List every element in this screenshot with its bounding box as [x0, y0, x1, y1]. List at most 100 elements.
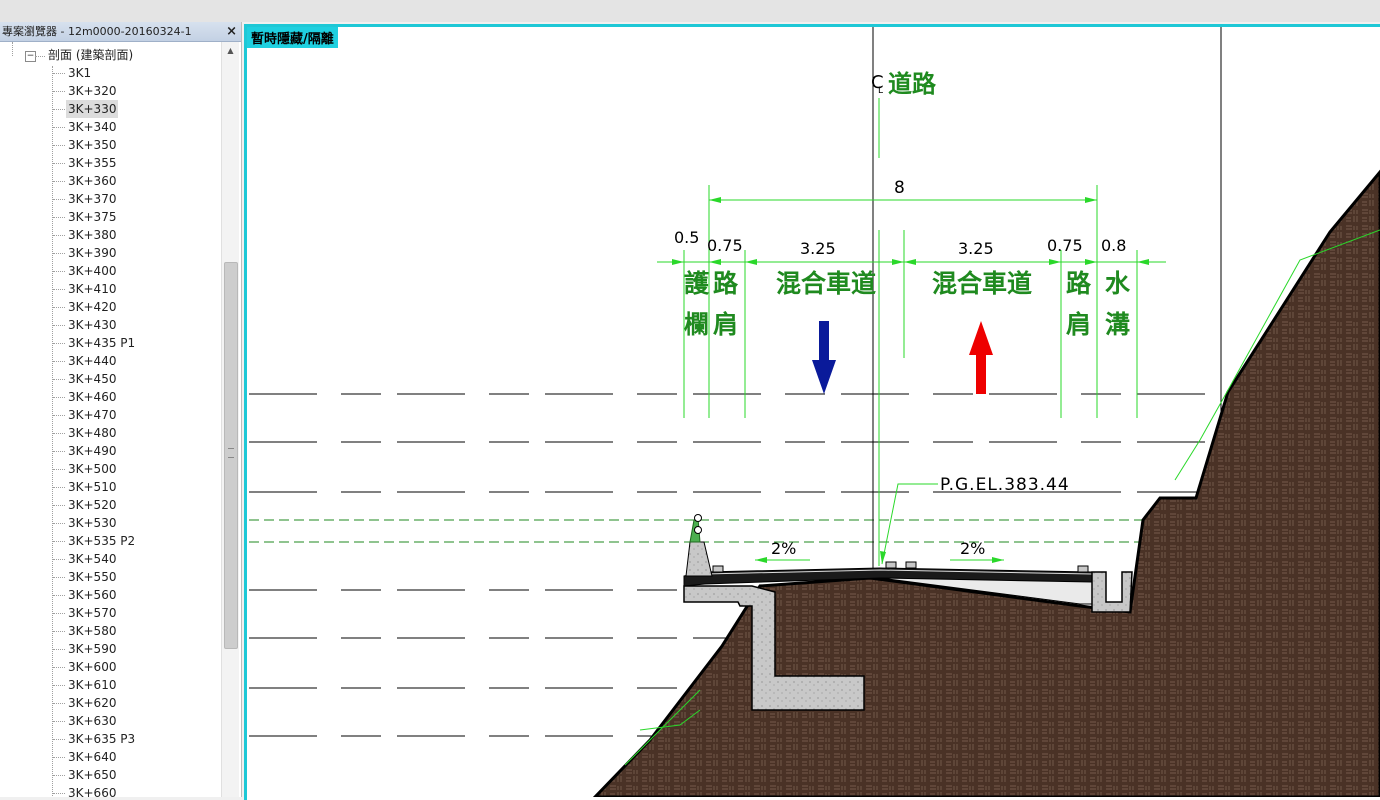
dim-lane-left: 3.25 [800, 239, 836, 258]
ditch-label-2: 溝 [1105, 310, 1130, 339]
section-tree-item[interactable]: 3K+600 [66, 658, 118, 676]
section-tree-item[interactable]: 3K+470 [66, 406, 118, 424]
tree-connector [53, 505, 65, 506]
section-tree-item[interactable]: 3K+370 [66, 190, 118, 208]
section-tree-item[interactable]: 3K+610 [66, 676, 118, 694]
drainage-ditch [1091, 571, 1133, 613]
section-tree-item[interactable]: 3K+400 [66, 262, 118, 280]
dim-lane-right: 3.25 [958, 239, 994, 258]
tree-connector [53, 217, 65, 218]
section-tree-item[interactable]: 3K+535 P2 [66, 532, 137, 550]
section-tree-item[interactable]: 3K+570 [66, 604, 118, 622]
section-tree-item[interactable]: 3K+330 [66, 100, 119, 118]
tree-connector [53, 685, 65, 686]
tree-connector [53, 739, 65, 740]
tree-scrollbar[interactable]: ▲ [221, 42, 239, 797]
section-tree-item[interactable]: 3K+490 [66, 442, 118, 460]
scrollbar-thumb[interactable] [224, 262, 238, 649]
tree-connector [53, 469, 65, 470]
tree-connector [53, 253, 65, 254]
lane-label-left: 混合車道 [776, 269, 876, 298]
tree-branch-line [52, 66, 53, 797]
section-tree-item[interactable]: 3K+420 [66, 298, 118, 316]
tree-connector [53, 667, 65, 668]
section-tree-item[interactable]: 3K+320 [66, 82, 118, 100]
section-tree-item[interactable]: 3K+540 [66, 550, 118, 568]
section-tree-item[interactable]: 3K+410 [66, 280, 118, 298]
section-tree-item[interactable]: 3K+635 P3 [66, 730, 137, 748]
tree-connector [53, 451, 65, 452]
project-browser-title-bar: 專案瀏覽器 - 12m0000-20160324-1 × [0, 22, 241, 42]
tree-connector [53, 559, 65, 560]
close-icon[interactable]: × [226, 22, 237, 41]
section-tree-item[interactable]: 3K+520 [66, 496, 118, 514]
section-tree-item[interactable]: 3K+560 [66, 586, 118, 604]
section-tree-item[interactable]: 3K+355 [66, 154, 118, 172]
tree-connector [53, 631, 65, 632]
section-tree-item[interactable]: 3K+530 [66, 514, 118, 532]
total-width-dim: 8 [894, 178, 905, 198]
section-view-canvas[interactable]: 暫時隱藏/隔離 C L 道路 8 0.5 0.75 3.25 3.25 0.75… [244, 24, 1380, 800]
left-curb [712, 565, 724, 573]
tree-connector [53, 361, 65, 362]
project-browser-title: 專案瀏覽器 - 12m0000-20160324-1 [2, 25, 192, 38]
guardrail-label-1: 護 [684, 269, 710, 298]
tree-connector [53, 145, 65, 146]
shoulder-left-label-1: 路 [713, 269, 739, 298]
section-tree-item[interactable]: 3K+430 [66, 316, 118, 334]
scroll-up-arrow-icon[interactable]: ▲ [222, 44, 239, 58]
section-tree-item[interactable]: 3K+340 [66, 118, 118, 136]
tree-connector [53, 199, 65, 200]
section-tree-item[interactable]: 3K+380 [66, 226, 118, 244]
guardrail-parapet [685, 541, 713, 577]
section-tree-item[interactable]: 3K+435 P1 [66, 334, 137, 352]
slope-right-label: 2% [960, 539, 985, 558]
tree-connector [53, 757, 65, 758]
tree-connector [53, 181, 65, 182]
tree-connector [53, 487, 65, 488]
section-tree: − 剖面 (建築剖面) 3K1 3K+320 3K+330 3K+340 3K+350 3… [0, 42, 220, 797]
section-tree-item[interactable]: 3K+510 [66, 478, 118, 496]
tree-connector [53, 325, 65, 326]
section-tree-item[interactable]: 3K+660 [66, 784, 118, 797]
section-tree-item[interactable]: 3K+590 [66, 640, 118, 658]
section-tree-item[interactable]: 3K+550 [66, 568, 118, 586]
tree-connector [53, 73, 65, 74]
section-tree-item[interactable]: 3K1 [66, 64, 93, 82]
section-tree-item[interactable]: 3K+450 [66, 370, 118, 388]
tree-connector [53, 649, 65, 650]
traffic-direction-down-arrow [812, 321, 836, 394]
tree-root-sections[interactable]: 剖面 (建築剖面) [46, 46, 135, 64]
tree-connector [53, 343, 65, 344]
tree-connector [53, 235, 65, 236]
section-tree-item[interactable]: 3K+375 [66, 208, 118, 226]
tree-connector [53, 433, 65, 434]
section-tree-item[interactable]: 3K+650 [66, 766, 118, 784]
temporary-hide-isolate-label[interactable]: 暫時隱藏/隔離 [247, 27, 338, 48]
grip-icon [228, 448, 234, 458]
section-tree-item[interactable]: 3K+480 [66, 424, 118, 442]
tree-connector [53, 289, 65, 290]
ditch-label-1: 水 [1105, 269, 1131, 298]
section-tree-item[interactable]: 3K+350 [66, 136, 118, 154]
section-tree-item[interactable]: 3K+440 [66, 352, 118, 370]
dim-ditch: 0.8 [1101, 236, 1126, 255]
dim-shoulder-right: 0.75 [1047, 236, 1083, 255]
section-tree-item[interactable]: 3K+630 [66, 712, 118, 730]
section-tree-item[interactable]: 3K+460 [66, 388, 118, 406]
tree-connector [53, 793, 65, 794]
guardrail-label-2: 欄 [684, 310, 709, 339]
section-tree-item[interactable]: 3K+580 [66, 622, 118, 640]
tree-connector [53, 523, 65, 524]
section-tree-item[interactable]: 3K+640 [66, 748, 118, 766]
tree-connector [53, 163, 65, 164]
slope-left-label: 2% [771, 539, 796, 558]
svg-text:L: L [878, 86, 883, 96]
section-tree-item[interactable]: 3K+620 [66, 694, 118, 712]
tree-connector [53, 415, 65, 416]
section-tree-item[interactable]: 3K+500 [66, 460, 118, 478]
tree-connector [53, 595, 65, 596]
section-tree-item[interactable]: 3K+390 [66, 244, 118, 262]
tree-connector [53, 127, 65, 128]
section-tree-item[interactable]: 3K+360 [66, 172, 118, 190]
